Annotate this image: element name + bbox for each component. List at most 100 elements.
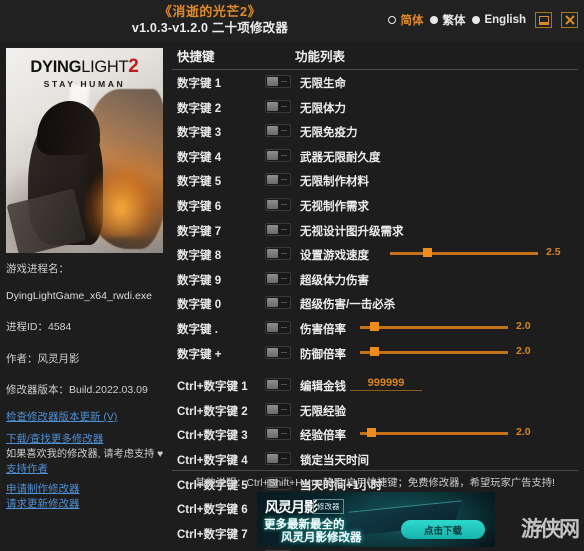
row-hotkey: Ctrl+数字键 1 xyxy=(177,381,248,394)
trainer-version-label: 修改器版本： xyxy=(6,384,69,397)
process-label: 游戏进程名： xyxy=(6,263,69,275)
table-row: 数字键 3 无限免疫力 xyxy=(172,119,578,144)
row-hotkey: 数字键 1 xyxy=(177,78,222,90)
footer-divider xyxy=(172,470,578,471)
row-toggle[interactable] xyxy=(265,173,291,187)
link-check-update[interactable]: 检查修改器版本更新 (V) xyxy=(6,410,166,425)
row-function-label: 无限制作材料 xyxy=(300,176,369,189)
link-support-author[interactable]: 支持作者 xyxy=(6,462,166,477)
row-toggle[interactable] xyxy=(265,148,291,162)
pid-label: 进程ID： xyxy=(6,321,48,334)
ad-line2: 风灵月影修改器 xyxy=(281,532,362,544)
row-toggle[interactable] xyxy=(265,99,291,113)
row-slider[interactable] xyxy=(390,248,538,258)
row-toggle[interactable] xyxy=(265,75,291,88)
row-function-label: 无限经验 xyxy=(300,405,346,418)
table-row: 数字键 5 无限制作材料 xyxy=(172,168,578,193)
row-function-label: 武器无限耐久度 xyxy=(300,151,381,164)
ad-logo: 风灵月影 xyxy=(265,499,318,515)
trainer-version-row: 修改器版本：Build.2022.03.09 xyxy=(6,383,166,408)
row-hotkey: Ctrl+数字键 4 xyxy=(177,454,248,467)
version-title: v1.0.3-v1.2.0 二十项修改器 xyxy=(131,21,289,35)
row-function-label: 超级伤害/一击必杀 xyxy=(300,299,396,312)
lang-option-traditional[interactable]: 繁体 xyxy=(430,12,465,28)
row-toggle[interactable] xyxy=(265,378,291,392)
link-request-update[interactable]: 请求更新修改器 xyxy=(6,497,166,512)
table-row: 数字键 0 超级伤害/一击必杀 xyxy=(172,291,578,316)
row-toggle[interactable] xyxy=(265,124,291,138)
lang-label: 简体 xyxy=(400,15,424,27)
row-function-label: 防御倍率 xyxy=(300,348,346,361)
row-toggle[interactable] xyxy=(265,427,291,441)
row-hotkey: 数字键 + xyxy=(177,348,222,361)
row-toggle[interactable] xyxy=(265,271,291,285)
minimize-button[interactable] xyxy=(535,12,552,28)
author-label: 作者： xyxy=(6,352,38,365)
row-toggle[interactable] xyxy=(265,222,291,236)
slider-thumb[interactable] xyxy=(370,346,379,356)
row-function-label: 无限体力 xyxy=(300,102,346,115)
game-info-block: 游戏进程名： DyingLightGame_x64_rwdi.exe 进程ID：… xyxy=(6,262,166,512)
slider-value: 2.0 xyxy=(516,426,531,439)
radio-icon xyxy=(472,16,481,24)
row-toggle[interactable] xyxy=(265,320,291,334)
advertisement-banner[interactable]: 风灵月影 修改器 更多最新最全的 风灵月影修改器 点击下载 xyxy=(257,492,495,547)
ad-download-button[interactable]: 点击下载 xyxy=(401,520,485,539)
money-input[interactable]: 999999 xyxy=(350,376,422,392)
row-function-label: 经验倍率 xyxy=(300,430,346,443)
slider-value: 2.0 xyxy=(516,319,531,332)
row-slider[interactable] xyxy=(360,346,508,356)
table-row: 数字键 6 无视制作需求 xyxy=(172,193,578,218)
row-slider[interactable] xyxy=(360,428,508,438)
footer-note: 其他说明：Ctrl+Shift+Home禁用/启用快捷键；免费修改器，希望玩家广… xyxy=(195,478,555,489)
site-watermark: 游侠网 xyxy=(521,517,580,541)
row-hotkey: 数字键 4 xyxy=(177,151,222,164)
row-toggle[interactable] xyxy=(265,402,291,416)
row-hotkey: Ctrl+数字键 2 xyxy=(177,405,248,418)
row-toggle[interactable] xyxy=(265,345,291,359)
row-function-label: 无限免疫力 xyxy=(300,127,358,140)
row-toggle[interactable] xyxy=(265,197,291,211)
support-note: 如果喜欢我的修改器, 请考虑支持 ♥ xyxy=(6,448,164,460)
row-toggle[interactable] xyxy=(265,451,291,465)
table-row: Ctrl+数字键 2 无限经验 xyxy=(172,398,578,423)
row-hotkey: 数字键 5 xyxy=(177,176,222,189)
table-row: 数字键 2 无限体力 xyxy=(172,95,578,120)
cover-title-main: DYINGLIGHT2 xyxy=(30,56,139,77)
lang-label: English xyxy=(484,14,526,26)
lang-option-simplified[interactable]: 简体 xyxy=(388,12,423,28)
author-value: 风灵月影 xyxy=(37,352,80,365)
lang-option-english[interactable]: English xyxy=(472,14,526,26)
row-toggle[interactable] xyxy=(265,247,291,261)
slider-thumb[interactable] xyxy=(423,248,432,258)
close-button[interactable] xyxy=(561,12,578,28)
row-hotkey: 数字键 9 xyxy=(177,274,222,287)
table-row: Ctrl+数字键 3 经验倍率 2.0 xyxy=(172,422,578,447)
author-row: 作者：风灵月影 xyxy=(6,352,166,377)
row-function-label: 超级体力伤害 xyxy=(300,274,369,287)
game-cover-art: DYINGLIGHT2 STAY HUMAN xyxy=(6,48,163,253)
cover-title-sub: STAY HUMAN xyxy=(43,79,126,89)
link-more-trainers[interactable]: 下载/查找更多修改器 xyxy=(6,432,166,447)
row-function-label: 伤害倍率 xyxy=(300,323,346,336)
lang-label: 繁体 xyxy=(442,15,466,27)
slider-thumb[interactable] xyxy=(367,428,376,438)
cover-title-block: DYINGLIGHT2 STAY HUMAN xyxy=(6,56,163,89)
left-panel: DYINGLIGHT2 STAY HUMAN 游戏进程名： DyingLight… xyxy=(6,48,166,512)
table-row: 数字键 9 超级体力伤害 xyxy=(172,267,578,292)
link-request-trainer[interactable]: 申请制作修改器 xyxy=(6,482,166,497)
trainer-window: 《消逝的光芒2》 v1.0.3-v1.2.0 二十项修改器 简体 繁体 Engl… xyxy=(0,0,584,551)
row-slider[interactable] xyxy=(360,321,508,331)
row-toggle[interactable] xyxy=(265,296,291,310)
slider-thumb[interactable] xyxy=(370,321,379,331)
pid-row: 进程ID：4584 xyxy=(6,320,166,345)
cover-fire-glow xyxy=(84,166,157,237)
table-row: 数字键 + 防御倍率 2.0 xyxy=(172,341,578,366)
language-selector: 简体 繁体 English xyxy=(388,12,578,28)
row-hotkey: Ctrl+数字键 6 xyxy=(177,504,248,517)
row-function-label: 无视设计图升级需求 xyxy=(300,225,404,238)
row-hotkey: 数字键 7 xyxy=(177,225,222,238)
row-hotkey: 数字键 6 xyxy=(177,200,222,213)
row-function-label: 无限生命 xyxy=(300,78,346,90)
row-hotkey: 数字键 2 xyxy=(177,102,222,115)
